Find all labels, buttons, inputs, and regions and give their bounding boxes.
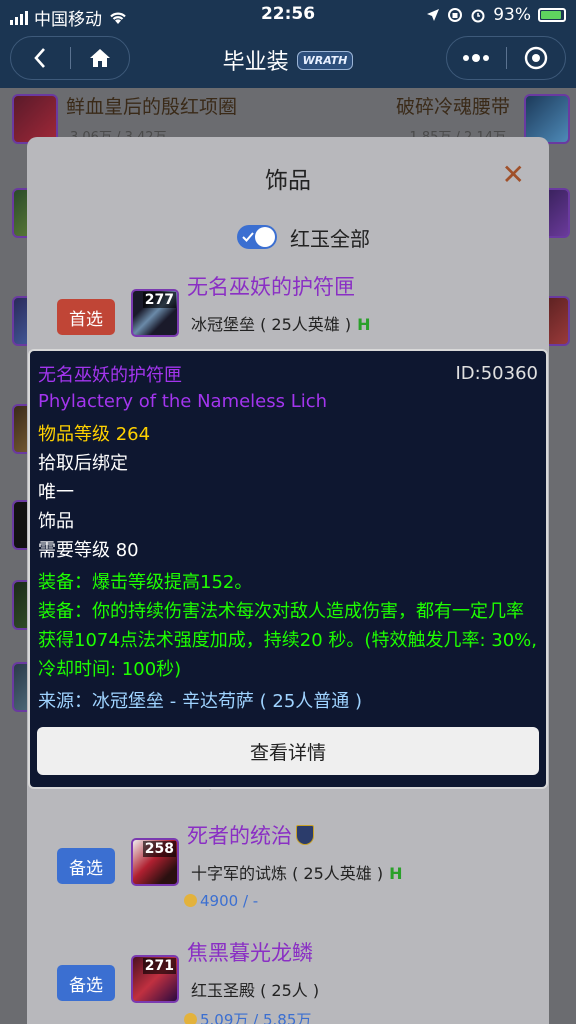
- toggle-label: 红玉全部: [290, 227, 370, 251]
- item-source-text: 十字军的试炼 ( 25人英雄 ): [191, 864, 384, 883]
- item-source-text: 冰冠堡垒 ( 25人英雄 ): [191, 315, 352, 334]
- location-icon: [427, 9, 440, 21]
- item-level-badge: 258: [142, 841, 176, 857]
- bg-item-name-left[interactable]: 鲜血皇后的殷红项圈: [66, 92, 237, 119]
- item-source: 冰冠堡垒 ( 25人英雄 ) H: [191, 311, 371, 335]
- tooltip-slot: 饰品: [38, 511, 74, 532]
- tooltip-source: 来源：冰冠堡垒 - 辛达苟萨 ( 25人普通 ): [38, 691, 363, 712]
- gold-coin-icon: [184, 894, 197, 907]
- pick-button[interactable]: 首选: [57, 299, 115, 335]
- close-icon[interactable]: ✕: [502, 161, 525, 189]
- battery-icon: [538, 8, 566, 22]
- pick-button[interactable]: 备选: [57, 965, 115, 1001]
- item-level-badge: 277: [142, 292, 176, 308]
- item-source: 红玉圣殿 ( 25人 ): [191, 977, 319, 1001]
- item-price-text: 4900 / -: [200, 892, 259, 910]
- tooltip-equip-proc: 装备：你的持续伤害法术每次对敌人造成伤害，都有一定几率获得1074点法术强度加成…: [38, 601, 537, 680]
- battery-percent: 93%: [493, 5, 531, 25]
- nav-bar: 毕业装 WRATH: [0, 30, 576, 88]
- page-title-text: 毕业装: [222, 50, 289, 75]
- tooltip-item-level: 物品等级 264: [38, 424, 151, 445]
- ruby-all-toggle[interactable]: [237, 225, 277, 249]
- list-item[interactable]: 备选 258 死者的统治 十字军的试炼 ( 25人英雄 ) H 4900 / -: [27, 820, 549, 920]
- item-price: 4900 / -: [184, 892, 258, 910]
- item-name[interactable]: 死者的统治: [187, 820, 314, 850]
- toggle-knob: [255, 227, 275, 247]
- target-icon: [524, 46, 547, 70]
- check-icon: [242, 232, 254, 242]
- tooltip-name-cn: 无名巫妖的护符匣: [38, 365, 182, 386]
- item-price: 5.09万 / 5.85万: [184, 1009, 311, 1024]
- tooltip-unique: 唯一: [38, 482, 74, 503]
- wrath-logo: WRATH: [296, 50, 354, 70]
- list-item[interactable]: 备选 271 焦黑暮光龙鳞 红玉圣殿 ( 25人 ) 5.09万 / 5.85万: [27, 937, 549, 1024]
- item-source-text: 红玉圣殿 ( 25人 ): [191, 981, 320, 1000]
- tooltip-equip-crit: 装备：爆击等级提高152。: [38, 572, 253, 593]
- heroic-badge: H: [357, 315, 371, 334]
- item-name[interactable]: 无名巫妖的护符匣: [187, 271, 355, 301]
- tooltip-item-id: ID:50360: [455, 363, 539, 384]
- more-icon: [463, 54, 490, 62]
- more-button[interactable]: [447, 37, 506, 79]
- miniapp-capsule: [446, 36, 566, 80]
- alarm-icon: [471, 9, 485, 23]
- item-icon[interactable]: 271: [131, 955, 179, 1003]
- tooltip-required-level: 需要等级 80: [38, 540, 139, 561]
- item-price-text: 5.09万 / 5.85万: [200, 1011, 312, 1024]
- tooltip-bind: 拾取后绑定: [38, 453, 128, 474]
- item-icon[interactable]: 277: [131, 289, 179, 337]
- heroic-badge: H: [389, 864, 403, 883]
- gold-coin-icon: [184, 1013, 197, 1024]
- view-details-button[interactable]: 查看详情: [37, 727, 539, 775]
- sheet-title: 饰品: [265, 168, 311, 194]
- item-name[interactable]: 焦黑暮光龙鳞: [187, 937, 313, 967]
- close-miniapp-button[interactable]: [507, 37, 566, 79]
- orientation-lock-icon: [448, 8, 463, 22]
- alliance-icon: [296, 825, 314, 845]
- item-source: 十字军的试炼 ( 25人英雄 ) H: [191, 860, 403, 884]
- pick-button[interactable]: 备选: [57, 848, 115, 884]
- status-bar: 中国移动 22:56 93%: [0, 0, 576, 30]
- item-icon[interactable]: 258: [131, 838, 179, 886]
- item-level-badge: 271: [142, 958, 176, 974]
- item-tooltip: 无名巫妖的护符匣 ID:50360 Phylactery of the Name…: [28, 349, 548, 789]
- item-name-text: 死者的统治: [187, 824, 292, 848]
- tooltip-name-en: Phylactery of the Nameless Lich: [38, 391, 328, 412]
- bg-item-name-right[interactable]: 破碎冷魂腰带: [396, 92, 510, 119]
- status-right: 93%: [426, 5, 566, 25]
